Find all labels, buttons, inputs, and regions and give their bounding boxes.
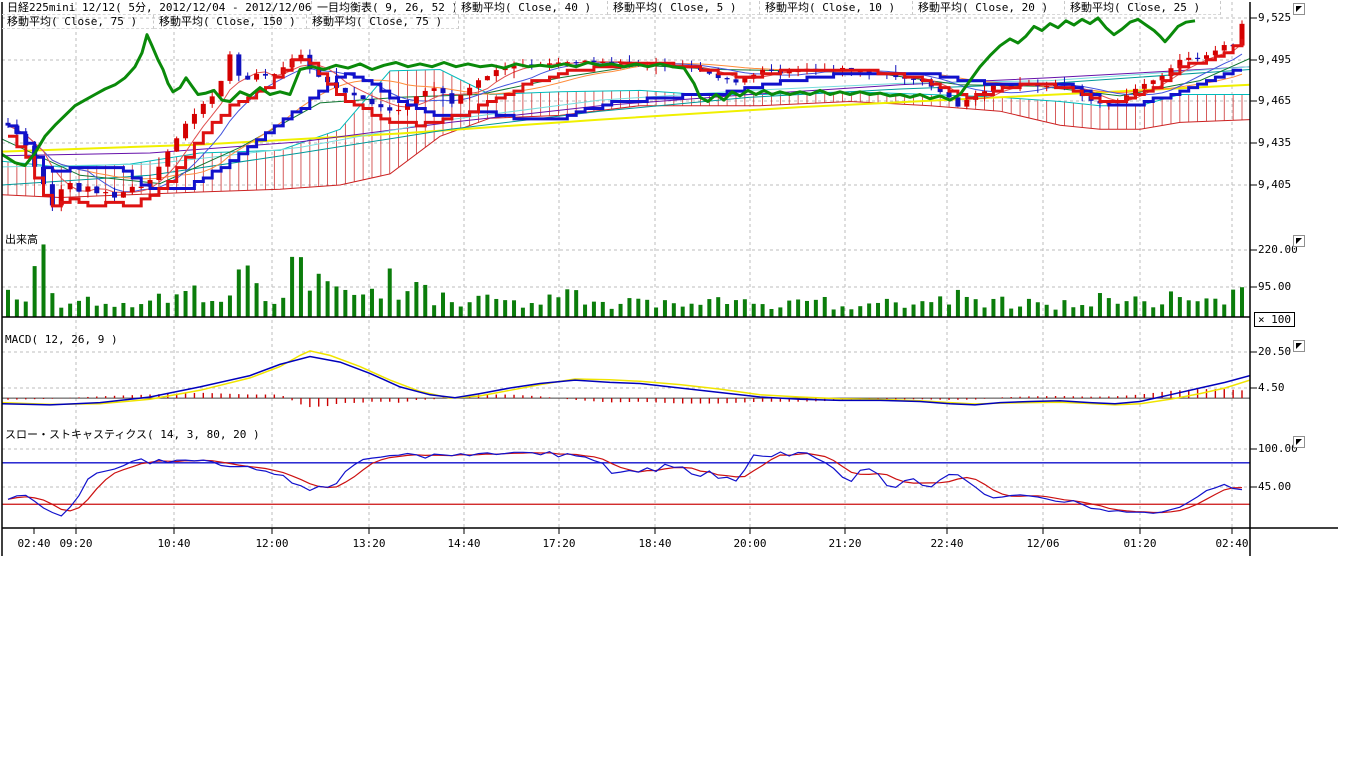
volume-panel-collapse-button[interactable] [1293,235,1305,247]
legend-item: 移動平均( Close, 150 ) [154,15,307,29]
x-axis-label: 21:20 [823,537,867,550]
legend-item: 移動平均( Close, 5 ) [608,1,760,15]
stoch-panel-title: スロー・ストキャスティクス( 14, 3, 80, 20 ) [5,428,260,442]
x-axis-label: 12/06 [1021,537,1065,550]
y-axis-label: 9,405 [1258,179,1328,191]
collapse-arrow-icon [1296,6,1302,12]
chart-application-window: 日経225mini 12/12( 5分, 2012/12/04 - 2012/1… [0,0,1366,768]
x-axis-label: 10:40 [152,537,196,550]
legend-row-1: 日経225mini 12/12( 5分, 2012/12/04 - 2012/1… [2,1,1221,15]
legend-item: 一目均衡表( 9, 26, 52 ) [312,1,456,15]
x-axis-label: 13:20 [347,537,391,550]
x-axis-label: 18:40 [633,537,677,550]
legend-item: 日経225mini 12/12( 5分, 2012/12/04 - 2012/1… [2,1,312,15]
legend-item: 移動平均( Close, 40 ) [456,1,608,15]
stoch-panel-collapse-button[interactable] [1293,436,1305,448]
y-axis-label: 9,495 [1258,54,1328,66]
collapse-arrow-icon [1296,439,1302,445]
x-axis-label: 09:20 [54,537,98,550]
legend-item: 移動平均( Close, 10 ) [760,1,913,15]
x-axis-label: 02:40 [1210,537,1251,550]
x-axis-label: 02:40 [12,537,56,550]
x-axis-label: 22:40 [925,537,969,550]
volume-panel-title: 出来高 [5,233,38,247]
chart-canvas [0,0,1366,768]
legend-item: 移動平均( Close, 20 ) [913,1,1065,15]
collapse-arrow-icon [1296,343,1302,349]
y-axis-label: 9,465 [1258,95,1328,107]
y-axis-label: 9,435 [1258,137,1328,149]
x-axis-label: 17:20 [537,537,581,550]
y-axis-label: 95.00 [1258,281,1328,293]
macd-panel-collapse-button[interactable] [1293,340,1305,352]
legend-item: 移動平均( Close, 25 ) [1065,1,1221,15]
price-panel-collapse-button[interactable] [1293,3,1305,15]
legend-row-2: 移動平均( Close, 75 )移動平均( Close, 150 )移動平均(… [2,15,459,29]
collapse-arrow-icon [1296,238,1302,244]
x-axis-label: 01:20 [1118,537,1162,550]
legend-item: 移動平均( Close, 75 ) [307,15,459,29]
x-axis-label: 12:00 [250,537,294,550]
x-axis-label: 14:40 [442,537,486,550]
legend-item: 移動平均( Close, 75 ) [2,15,154,29]
macd-panel-title: MACD( 12, 26, 9 ) [5,333,118,347]
y-axis-label: 45.00 [1258,481,1328,493]
x-axis-labels: 02:4009:2010:4012:0013:2014:4017:2018:40… [0,537,1251,553]
x-axis-label: 20:00 [728,537,772,550]
volume-multiplier-badge: × 100 [1254,312,1295,327]
y-axis-label: 4.50 [1258,382,1328,394]
